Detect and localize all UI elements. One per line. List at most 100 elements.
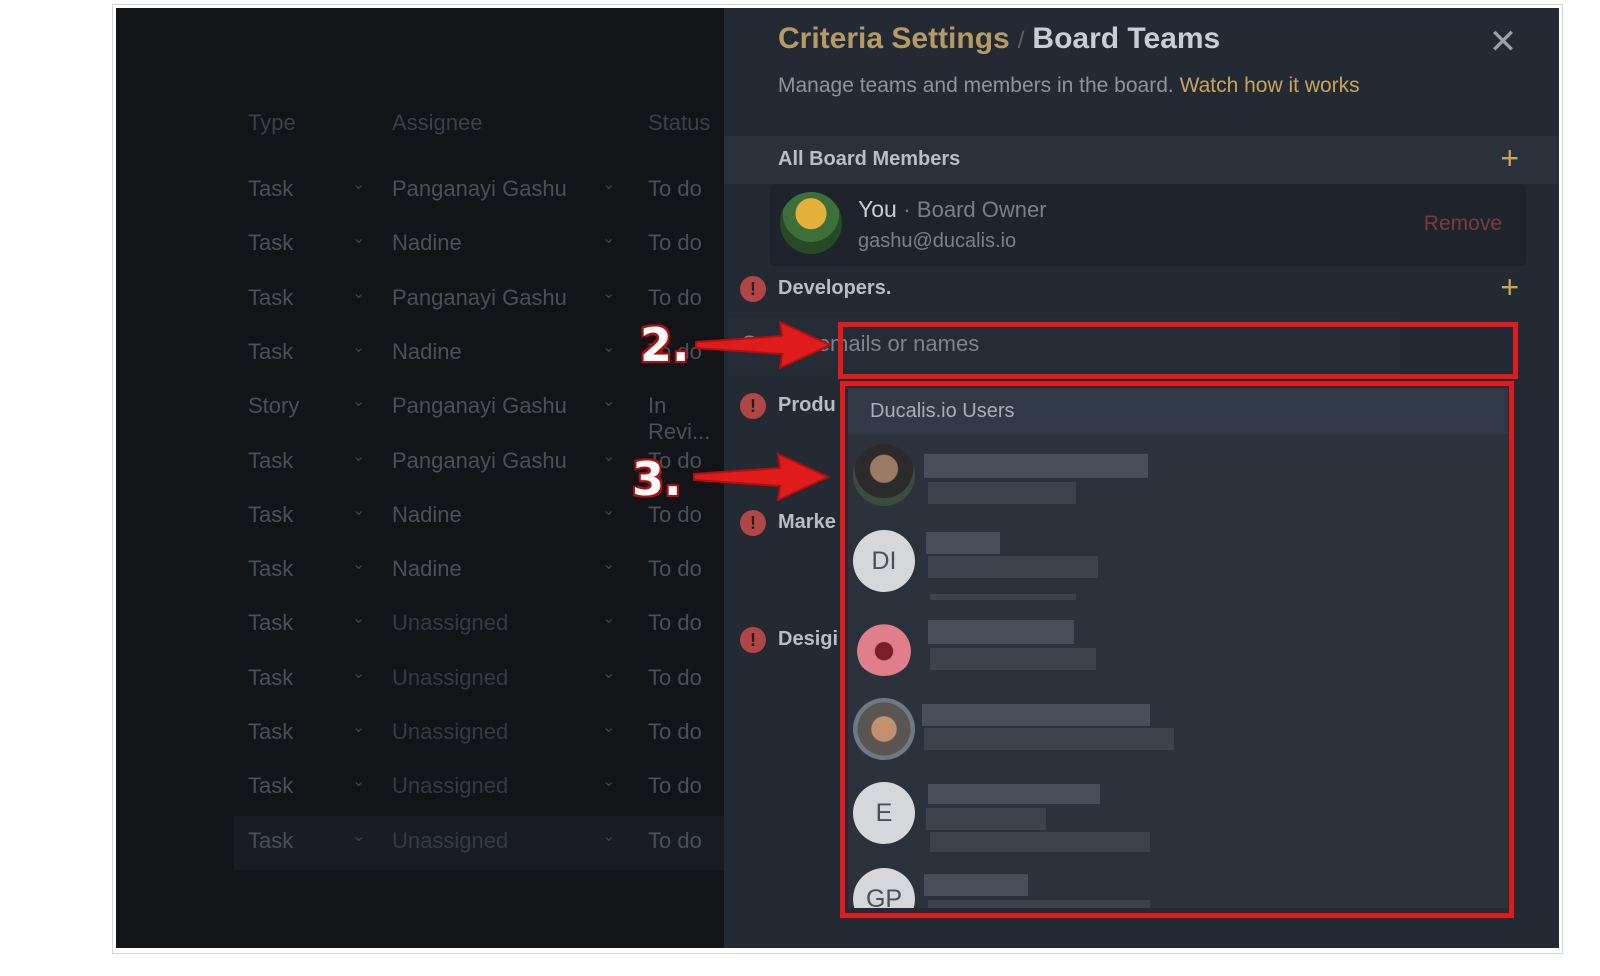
avatar [853,444,915,506]
cell-status: To do [648,773,702,799]
user-option[interactable]: GP [848,858,1508,908]
cell-status: To do [648,176,702,201]
chevron-down-icon[interactable]: ⌄ [602,283,615,303]
user-option[interactable] [848,688,1508,770]
chevron-down-icon[interactable]: ⌄ [602,446,615,466]
warning-icon: ! [740,627,766,653]
user-option[interactable]: E [848,772,1508,854]
all-board-members-label: All Board Members [778,148,961,170]
page-title: Board Teams [1032,22,1221,55]
chevron-down-icon[interactable]: ⌄ [352,608,365,628]
user-option[interactable]: DI [848,520,1508,602]
cell-assignee: Unassigned [392,773,509,799]
cell-type: Task [248,719,294,744]
warning-icon: ! [740,393,766,419]
search-input[interactable] [740,326,1384,362]
chevron-down-icon[interactable]: ⌄ [602,826,615,846]
cell-type: Task [248,773,294,799]
breadcrumb-criteria-settings[interactable]: Criteria Settings [778,22,1010,55]
owner-separator: · [903,197,911,222]
cell-type: Task [248,176,294,201]
cell-type: Task [248,610,294,636]
chevron-down-icon[interactable]: ⌄ [602,608,615,628]
table-row[interactable]: Task ⌄ Unassigned ⌄ To do [234,707,724,761]
chevron-down-icon[interactable]: ⌄ [352,283,365,303]
chevron-down-icon[interactable]: ⌄ [352,174,365,194]
cell-assignee: Panganayi Gashu [392,284,567,310]
chevron-down-icon[interactable]: ⌄ [602,554,615,574]
cell-status: To do [648,827,702,853]
team-developers[interactable]: ! Developers. + [724,265,1559,313]
chevron-down-icon[interactable]: ⌄ [352,337,365,357]
chevron-down-icon[interactable]: ⌄ [352,826,365,846]
annotation-arrow-2 [695,320,833,370]
dropdown-header-label: Ducalis.io Users [870,400,1015,422]
table-row[interactable]: Task ⌄ Nadine ⌄ To do [234,218,724,272]
table-row[interactable]: Story ⌄ Panganayi Gashu ⌄ In Revi... [234,381,724,444]
panel-subtitle: Manage teams and members in the board. W… [778,74,1360,98]
chevron-down-icon[interactable]: ⌄ [602,337,615,357]
all-board-members-section: All Board Members + [724,136,1559,184]
chevron-down-icon[interactable]: ⌄ [352,717,365,737]
cell-assignee: Panganayi Gashu [392,393,567,419]
table-row[interactable]: Task ⌄ Unassigned ⌄ To do [234,761,724,815]
column-header-assignee: Assignee [392,110,483,135]
table-row[interactable]: Task ⌄ Unassigned ⌄ To do [234,598,724,652]
cell-status: To do [648,610,702,636]
annotation-arrow-3 [693,452,831,502]
chevron-down-icon[interactable]: ⌄ [602,663,615,683]
cell-type: Task [248,664,294,690]
chevron-down-icon[interactable]: ⌄ [352,391,365,411]
avatar [853,698,915,760]
cell-assignee: Nadine [392,556,462,582]
chevron-down-icon[interactable]: ⌄ [602,228,615,248]
cell-assignee: Unassigned [392,719,509,744]
cell-status: To do [648,556,702,582]
close-icon[interactable]: ✕ [1483,22,1523,62]
board-owner-row: You · Board Owner gashu@ducalis.io Remov… [770,184,1526,266]
chevron-down-icon[interactable]: ⌄ [602,174,615,194]
chevron-down-icon[interactable]: ⌄ [602,500,615,520]
avatar [780,192,842,254]
user-option[interactable] [848,604,1508,686]
chevron-down-icon[interactable]: ⌄ [602,391,615,411]
warning-icon: ! [740,510,766,536]
chevron-down-icon[interactable]: ⌄ [352,446,365,466]
user-option[interactable] [848,434,1508,516]
owner-name: You [858,196,897,222]
cell-status: To do [648,664,702,690]
chevron-down-icon[interactable]: ⌄ [602,771,615,791]
dropdown-header: Ducalis.io Users [848,388,1508,434]
avatar: DI [853,530,915,592]
chevron-down-icon[interactable]: ⌄ [352,500,365,520]
avatar: GP [853,868,915,908]
table-row[interactable]: Task ⌄ Unassigned ⌄ To do [234,653,724,707]
cell-status: To do [648,284,702,310]
remove-button[interactable]: Remove [1424,212,1502,236]
chevron-down-icon[interactable]: ⌄ [352,771,365,791]
team-label: Marke [778,511,836,533]
users-dropdown: Ducalis.io Users DI E GP [848,388,1508,908]
owner-email: gashu@ducalis.io [858,230,1017,252]
chevron-down-icon[interactable]: ⌄ [352,663,365,683]
add-team-member-plus-icon[interactable]: + [1500,269,1519,305]
chevron-down-icon[interactable]: ⌄ [602,717,615,737]
table-row[interactable]: Task ⌄ Panganayi Gashu ⌄ To do [234,164,724,218]
cell-type: Task [248,827,294,853]
team-label: Developers. [778,277,892,299]
owner-role: Board Owner [916,197,1047,222]
chevron-down-icon[interactable]: ⌄ [352,228,365,248]
cell-type: Task [248,501,294,527]
cell-assignee: Unassigned [392,610,509,636]
warning-icon: ! [740,276,766,302]
avatar: E [853,782,915,844]
avatar [853,614,915,676]
table-row[interactable]: Task ⌄ Unassigned ⌄ To do [234,815,724,870]
breadcrumb-separator: / [1017,27,1025,54]
subtitle-text: Manage teams and members in the board. [778,74,1174,97]
table-row[interactable]: Task ⌄ Nadine ⌄ To do [234,544,724,598]
add-member-plus-icon[interactable]: + [1500,140,1519,176]
watch-how-it-works-link[interactable]: Watch how it works [1180,74,1360,97]
cell-type: Task [248,230,294,256]
chevron-down-icon[interactable]: ⌄ [352,554,365,574]
